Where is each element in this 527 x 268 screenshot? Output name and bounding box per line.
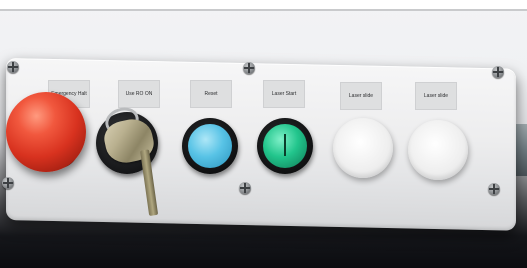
label-laser-slide-2: Laser slide — [415, 82, 457, 110]
label-key: Use RO ON — [118, 80, 160, 108]
screw-icon — [243, 62, 255, 74]
scene: Emergency Halt Use RO ON Reset Laser Sta… — [0, 0, 527, 268]
reset-button[interactable] — [182, 118, 238, 174]
screw-icon — [239, 182, 251, 194]
screw-icon — [492, 66, 504, 78]
laser-slide-button-2[interactable] — [408, 120, 468, 180]
label-reset: Reset — [190, 80, 232, 108]
screw-icon — [2, 177, 14, 189]
screw-icon — [7, 61, 19, 73]
start-marker — [284, 134, 286, 156]
screw-icon — [488, 183, 500, 195]
reset-button-cap — [188, 124, 232, 168]
laser-slide-button-1[interactable] — [333, 118, 393, 178]
emergency-stop-icon[interactable] — [6, 92, 86, 172]
label-laser-start: Laser Start — [263, 80, 305, 108]
laser-start-button-cap — [263, 124, 307, 168]
label-laser-slide-1: Laser slide — [340, 82, 382, 110]
laser-start-button[interactable] — [257, 118, 313, 174]
